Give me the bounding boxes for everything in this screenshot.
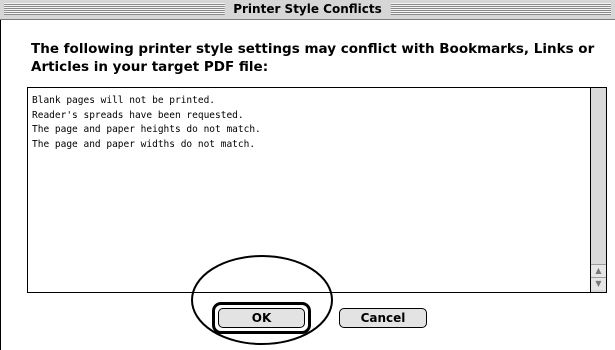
window-left-edge — [0, 0, 1, 350]
cancel-button[interactable]: Cancel — [339, 308, 427, 328]
scroll-down-arrow-icon[interactable]: ▼ — [591, 277, 606, 290]
conflicts-list: Blank pages will not be printed. Reader'… — [32, 94, 586, 152]
conflicts-list-box[interactable]: Blank pages will not be printed. Reader'… — [27, 87, 607, 293]
list-item: Blank pages will not be printed. — [32, 95, 216, 106]
title-bar[interactable]: Printer Style Conflicts — [0, 0, 615, 20]
list-item: The page and paper widths do not match. — [32, 138, 256, 150]
vertical-scrollbar[interactable]: ▲ ▼ — [590, 88, 606, 292]
list-item: The page and paper heights do not match. — [32, 124, 261, 135]
ok-button[interactable]: OK — [218, 308, 305, 328]
dialog-title: Printer Style Conflicts — [224, 0, 391, 19]
dialog-message: The following printer style settings may… — [31, 41, 595, 75]
list-item: Reader's spreads have been requested. — [32, 109, 244, 121]
scroll-up-arrow-icon[interactable]: ▲ — [591, 264, 606, 277]
